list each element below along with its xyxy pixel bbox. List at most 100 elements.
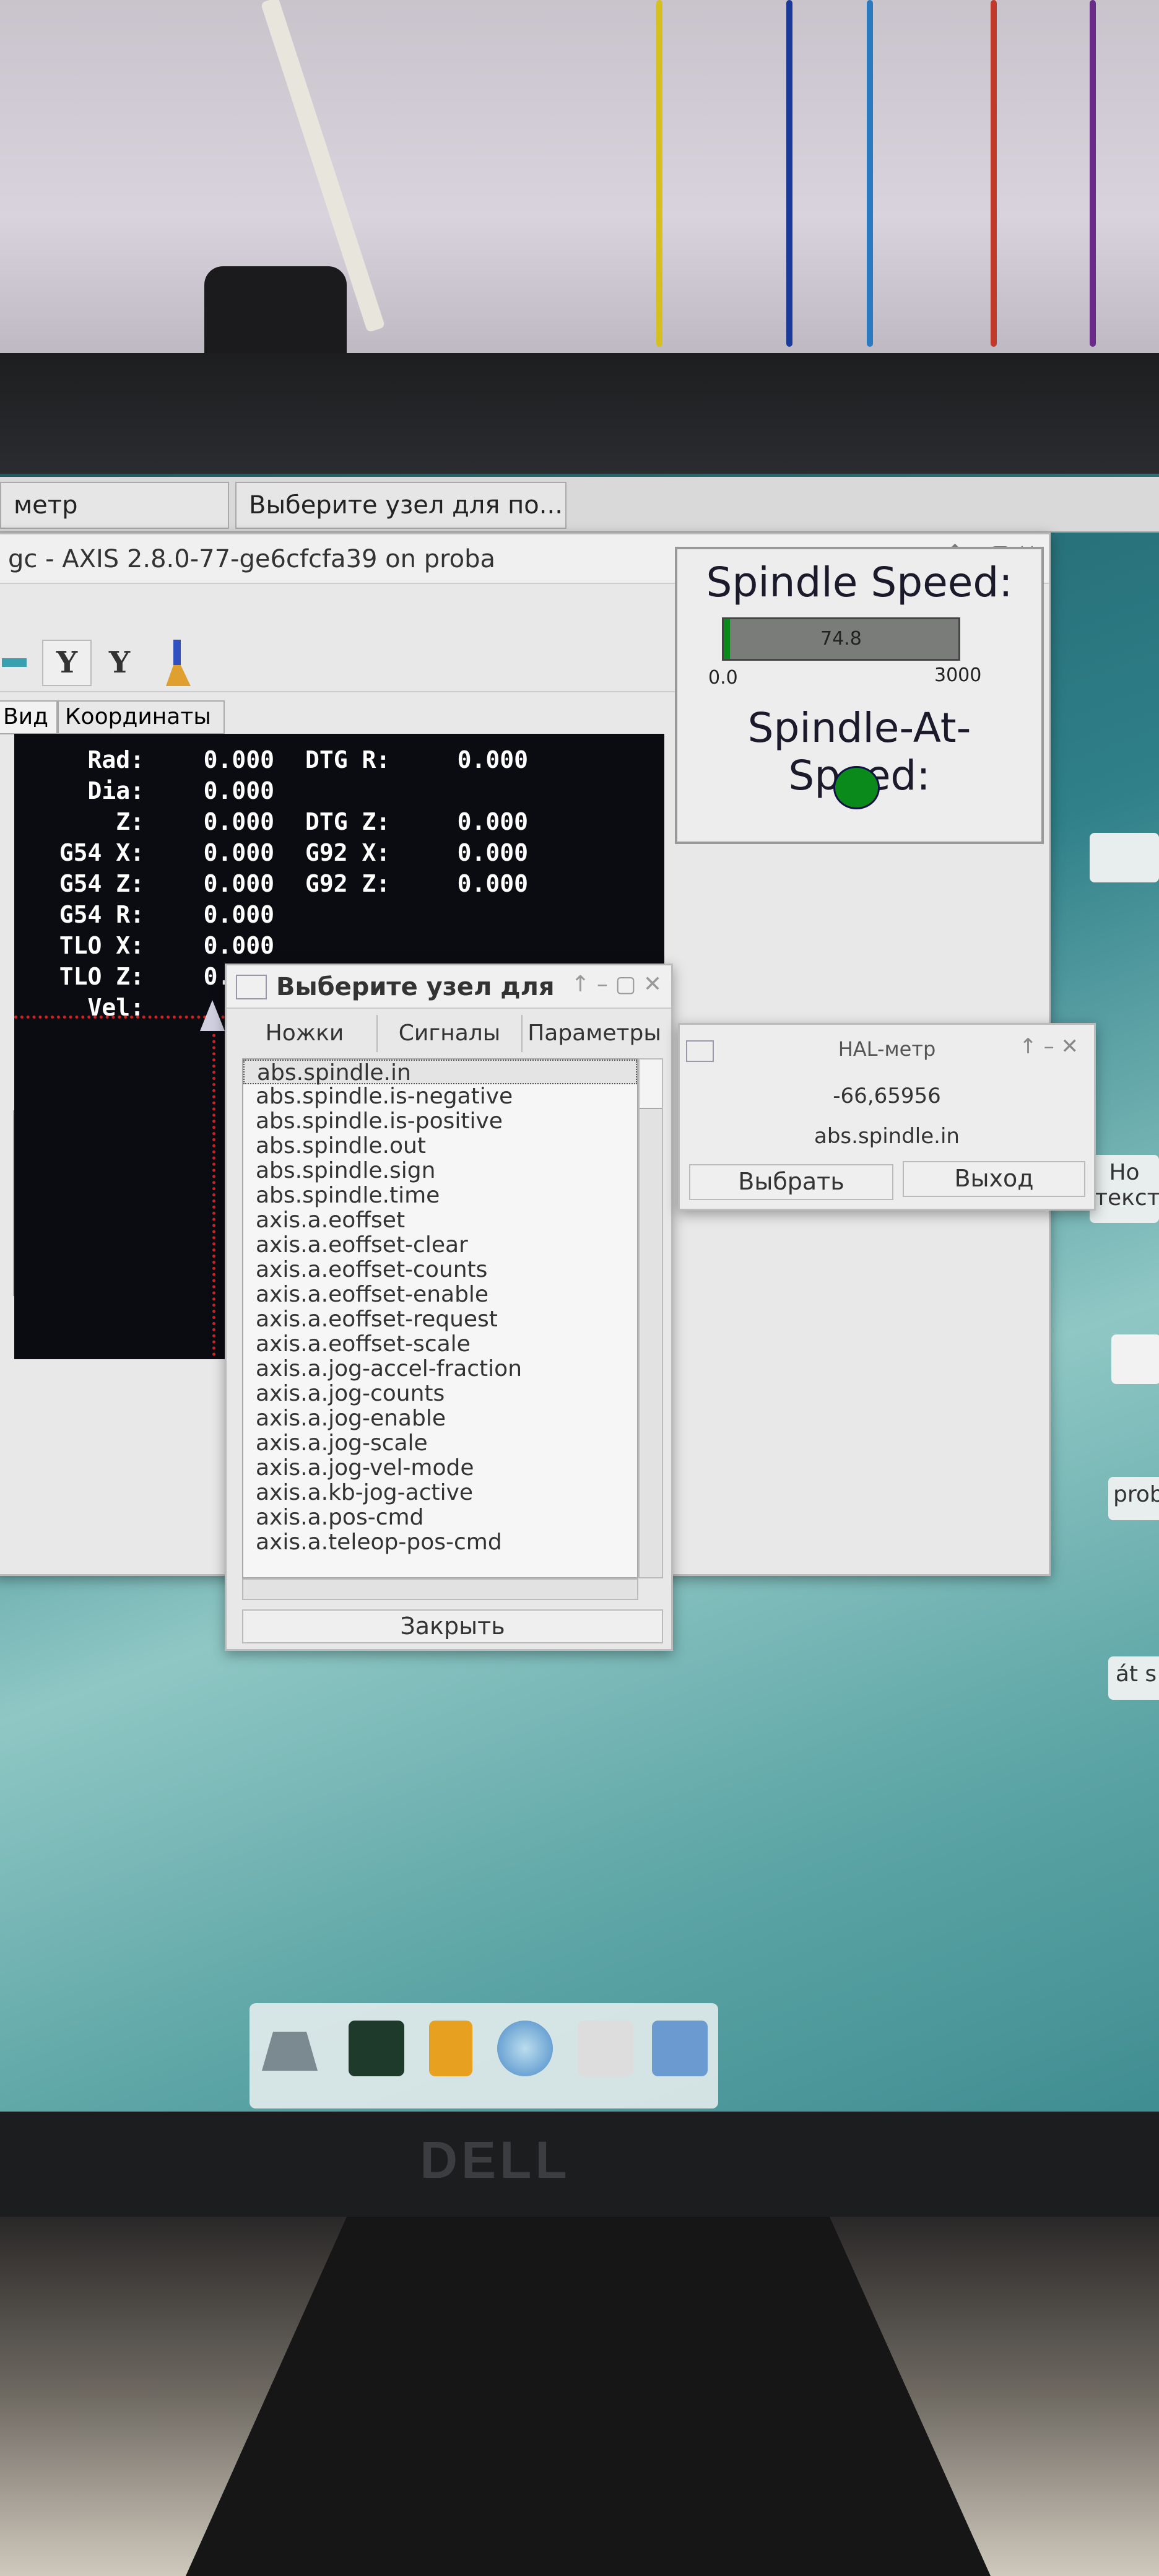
pyvcp-panel: Spindle Speed: 74.8 0.0 3000 Spindle-At-… [675,547,1044,844]
select-pin-dialog: Выберите узел для ↑ – ▢ ✕ Ножки Сигналы … [225,964,673,1651]
pin-list-item[interactable]: axis.a.teleop-pos-cmd [243,1530,637,1555]
taskbar-tab-halmeter[interactable]: метр [0,482,229,529]
pin-list-item[interactable]: axis.a.pos-cmd [243,1505,637,1530]
halmeter-window: HAL-метр ↑ – ✕ -66,65956 abs.spindle.in … [678,1023,1096,1211]
desktop-file-icon[interactable] [1111,1334,1159,1384]
taskbar-tab-select-dialog[interactable]: Выберите узел для по... [235,482,566,529]
tab-coordinates[interactable]: Координаты [58,700,225,734]
cable [1090,0,1096,347]
vertical-scrollbar[interactable] [638,1058,663,1578]
cable [991,0,997,347]
pin-list-item[interactable]: axis.a.jog-accel-fraction [243,1357,637,1382]
spindle-speed-value: 74.8 [820,628,862,650]
scroll-thumb[interactable] [640,1060,662,1109]
dro-value: 0.000 [457,808,528,835]
window-controls[interactable]: ↑ – ▢ ✕ [571,972,662,997]
dro-value: 0.000 [457,870,528,897]
dro-value: 0.000 [203,777,274,804]
cable [867,0,873,347]
pin-list-item[interactable]: axis.a.jog-scale [243,1431,637,1456]
dro-label: Z: [116,808,144,835]
pin-list-item[interactable]: abs.spindle.is-negative [243,1084,637,1109]
pin-list-item[interactable]: axis.a.jog-counts [243,1382,637,1406]
pin-list-item[interactable]: axis.a.eoffset-clear [243,1233,637,1258]
dro-value: 0.000 [203,808,274,835]
editor-icon[interactable] [429,2021,472,2076]
dro-label: G54 R: [59,901,144,928]
dro-value: 0.000 [203,901,274,928]
toolbar-icon[interactable] [2,658,27,667]
desktop-icon-at[interactable]: át s [1108,1656,1159,1700]
pin-list-item[interactable]: axis.a.jog-enable [243,1406,637,1431]
pin-list-item[interactable]: abs.spindle.out [243,1134,637,1159]
cable [786,0,792,347]
file-manager-drive-icon[interactable] [262,2032,318,2071]
pin-list-item[interactable]: abs.spindle.sign [243,1159,637,1183]
dro-label: TLO Z: [59,963,144,990]
desktop-icon-text[interactable]: Но текст [1090,1155,1159,1223]
dell-logo: DELL [420,2131,571,2189]
bar-max-label: 3000 [934,664,982,686]
dro-value: 0.000 [203,932,274,959]
terminal-icon[interactable] [349,2021,404,2076]
tab-pins[interactable]: Ножки [233,1015,376,1052]
dro-label: G54 X: [59,839,144,866]
dro-label: DTG Z: [305,808,391,835]
dro-value: 0.000 [457,839,528,866]
dro-label: G92 X: [305,839,391,866]
halmeter-pin: abs.spindle.in [814,1124,960,1149]
pin-list-item[interactable]: axis.a.eoffset-enable [243,1282,637,1307]
dro-label: DTG R: [305,746,391,773]
limit-line [212,1016,215,1356]
tab-view[interactable]: Вид [0,700,58,734]
spindle-at-speed-led [833,766,880,809]
dro-label: Rad: [87,746,144,773]
select-button[interactable]: Выбрать [689,1164,893,1200]
clear-brush-icon[interactable] [166,640,191,686]
y-view-icon[interactable]: Y [42,640,92,686]
tab-signals[interactable]: Сигналы [376,1015,521,1052]
cable [656,0,662,347]
pin-list-item[interactable]: axis.a.kb-jog-active [243,1481,637,1505]
dro-value: 0.000 [203,870,274,897]
spindle-speed-bar: 74.8 [722,617,960,661]
pin-list[interactable]: abs.spindle.in abs.spindle.is-negative abs… [242,1058,638,1578]
pin-list-item[interactable]: axis.a.eoffset-scale [243,1332,637,1357]
window-controls[interactable]: ↑ – ✕ [1019,1034,1079,1059]
dro-label: G92 Z: [305,870,391,897]
dro-label: Dia: [87,777,144,804]
dock [250,2003,718,2108]
side-controls[interactable] [0,1110,14,1296]
power-adapter [204,266,347,353]
desktop-icon-prob[interactable]: prob [1108,1477,1159,1520]
search-icon[interactable] [578,2021,633,2076]
pin-list-item[interactable]: axis.a.jog-vel-mode [243,1456,637,1481]
dro-value: 0.000 [457,746,528,773]
screen: метр Выберите узел для по... Но текст pr… [0,474,1159,2133]
exit-button[interactable]: Выход [903,1161,1085,1197]
pin-list-item[interactable]: abs.spindle.time [243,1183,637,1208]
pin-list-item[interactable]: axis.a.eoffset [243,1208,637,1233]
dro-value: 0.000 [203,746,274,773]
dro-value: 0.000 [203,839,274,866]
background-wall [0,0,1159,359]
tab-parameters[interactable]: Параметры [521,1015,666,1052]
spindle-speed-label: Spindle Speed: [706,559,1013,606]
pin-list-item[interactable]: axis.a.eoffset-counts [243,1258,637,1282]
dro-label: G54 Z: [59,870,144,897]
horizontal-scrollbar[interactable] [242,1578,638,1600]
halmeter-value: -66,65956 [833,1084,941,1108]
monitor-bezel [0,353,1159,477]
limit-line [14,1016,225,1019]
close-button[interactable]: Закрыть [242,1609,663,1643]
pin-list-item[interactable]: abs.spindle.is-positive [243,1109,637,1134]
pin-list-item[interactable]: abs.spindle.in [243,1060,637,1086]
taskbar: метр Выберите узел для по... [0,477,1159,533]
window-icon [236,975,267,999]
y-rotated-view-icon[interactable]: Y [95,640,144,686]
pin-list-item[interactable]: axis.a.eoffset-request [243,1307,637,1332]
browser-icon[interactable] [497,2021,553,2076]
folder-icon[interactable] [652,2021,708,2076]
select-dialog-tabs: Ножки Сигналы Параметры [233,1015,666,1052]
